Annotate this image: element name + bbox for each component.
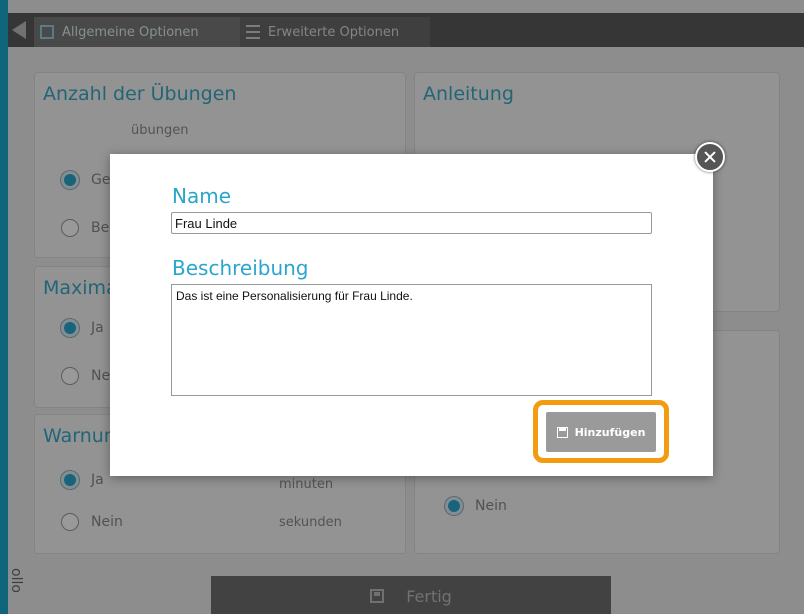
name-label: Name — [172, 184, 232, 208]
close-icon[interactable] — [695, 142, 725, 172]
personalization-dialog: Name Beschreibung Das ist eine Personali… — [110, 154, 713, 476]
save-icon — [556, 426, 568, 438]
description-textarea[interactable]: Das ist eine Personalisierung für Frau L… — [171, 284, 652, 396]
hinzufuegen-label: Hinzufügen — [574, 425, 646, 439]
description-label: Beschreibung — [172, 256, 309, 280]
name-input[interactable] — [171, 212, 652, 234]
hinzufuegen-button[interactable]: Hinzufügen — [546, 412, 656, 452]
